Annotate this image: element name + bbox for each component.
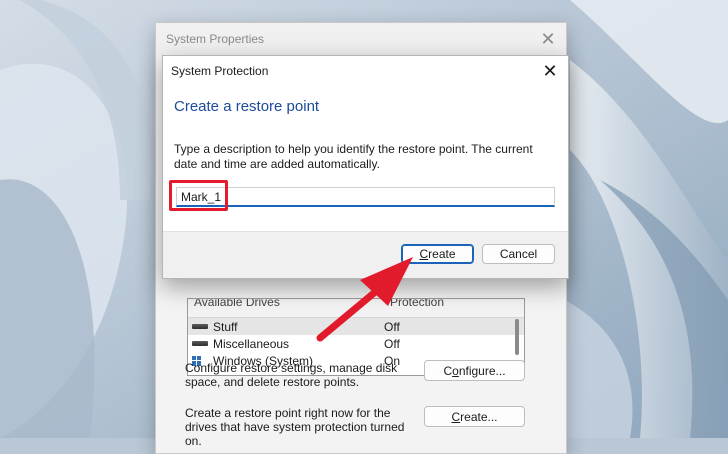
column-header-protection[interactable]: Protection — [390, 299, 444, 309]
close-icon[interactable]: ✕ — [540, 30, 556, 48]
dialog-title: System Protection — [171, 63, 269, 78]
system-properties-titlebar: System Properties ✕ — [156, 23, 566, 55]
drive-protection-status: Off — [384, 336, 400, 351]
close-icon[interactable]: ✕ — [542, 62, 558, 80]
drives-list-scrollbar[interactable] — [515, 319, 519, 355]
dialog-description: Type a description to help you identify … — [174, 142, 533, 171]
dialog-heading: Create a restore point — [174, 98, 320, 115]
drive-icon — [192, 341, 208, 346]
configure-description: Configure restore settings, manage disk … — [185, 361, 398, 389]
configure-button[interactable]: Co nfigure... — [424, 360, 525, 381]
dialog-footer: Create Cancel — [163, 231, 568, 278]
create-restore-point-button[interactable]: Create... — [424, 406, 525, 427]
system-properties-title: System Properties — [166, 32, 265, 46]
create-description: Create a restore point right now for the… — [185, 406, 405, 448]
drive-icon — [192, 324, 208, 329]
drives-list-header: Available Drives Protection — [188, 299, 524, 318]
drive-row-miscellaneous[interactable]: Miscellaneous Off — [188, 335, 524, 352]
drive-row-stuff[interactable]: Stuff Off — [188, 318, 524, 335]
dialog-titlebar: System Protection ✕ — [163, 56, 568, 85]
system-protection-dialog: System Protection ✕ Create a restore poi… — [162, 55, 569, 279]
column-header-available-drives[interactable]: Available Drives — [188, 299, 390, 309]
restore-point-description-input[interactable] — [176, 187, 555, 207]
cancel-button[interactable]: Cancel — [482, 244, 555, 264]
create-button[interactable]: Create — [401, 244, 474, 264]
drive-name: Stuff — [213, 319, 238, 334]
drive-protection-status: Off — [384, 319, 400, 334]
drive-name: Miscellaneous — [213, 336, 290, 351]
